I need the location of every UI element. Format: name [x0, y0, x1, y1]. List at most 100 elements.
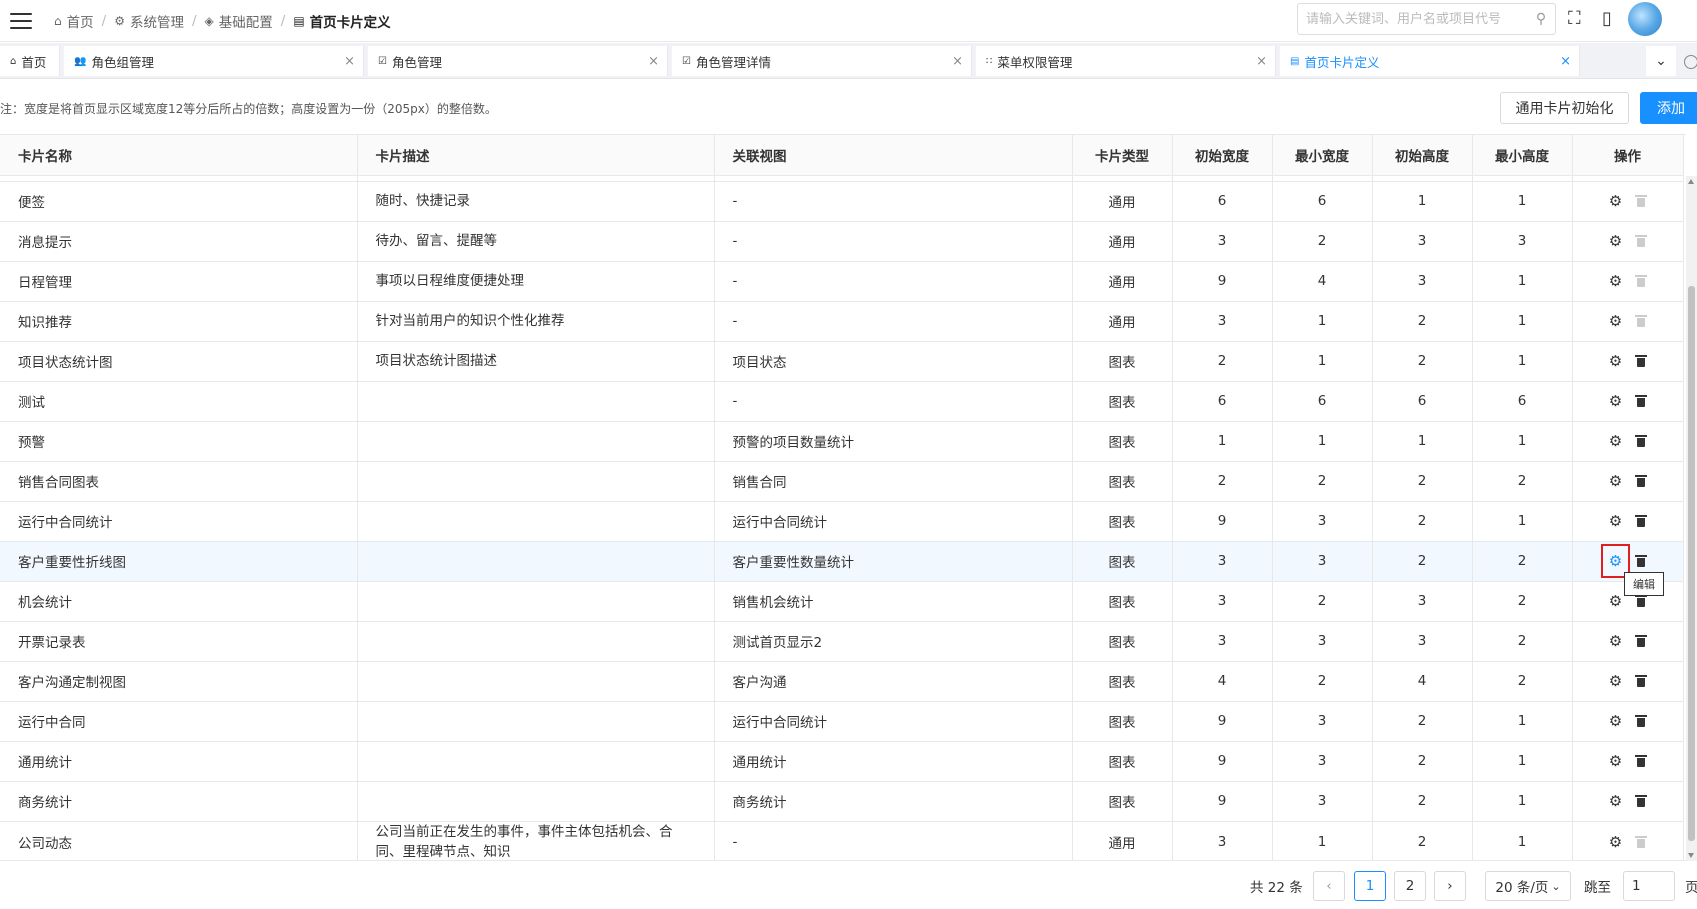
card-name-cell: 知识推荐: [0, 301, 358, 342]
page-1-button[interactable]: 1: [1354, 871, 1386, 901]
menu-toggle-icon[interactable]: [10, 12, 32, 29]
edit-gear-icon[interactable]: ⚙: [1609, 472, 1622, 490]
breadcrumb-home[interactable]: 首页: [67, 11, 94, 31]
edit-gear-icon[interactable]: ⚙: [1609, 752, 1622, 770]
tab-card-definition[interactable]: ▤ 首页卡片定义 ×: [1280, 46, 1580, 76]
top-bar: ⌂ 首页 / ⚙ 系统管理 / ◈ 基础配置 / ▤ 首页卡片定义 ⚲ ⛶ ▯: [0, 0, 1697, 42]
linked-view-cell: 通用统计: [714, 741, 1073, 782]
delete-trash-icon[interactable]: [1635, 475, 1648, 487]
initial-height-cell: 3: [1372, 581, 1473, 622]
edit-gear-icon[interactable]: ⚙: [1609, 352, 1622, 370]
min-height-cell: 1: [1472, 781, 1573, 822]
tab-menu-permission[interactable]: ∷ 菜单权限管理 ×: [976, 46, 1276, 76]
table-row: 预警 预警的项目数量统计 图表 1 1 1 1 ⚙: [0, 421, 1684, 462]
cube-icon: ◈: [204, 13, 214, 28]
close-icon[interactable]: ×: [1256, 54, 1267, 69]
initial-height-cell: 1: [1372, 421, 1473, 462]
edit-gear-icon[interactable]: ⚙: [1609, 833, 1622, 851]
initial-height-cell: 2: [1372, 341, 1473, 382]
delete-trash-icon[interactable]: [1635, 355, 1648, 367]
linked-view-cell: -: [714, 221, 1073, 262]
edit-gear-icon[interactable]: ⚙: [1609, 712, 1622, 730]
page-2-button[interactable]: 2: [1394, 871, 1426, 901]
card-desc-cell: [357, 381, 715, 422]
actions-cell: ⚙: [1572, 781, 1684, 822]
page-size-select[interactable]: 20 条/页 ⌄: [1485, 871, 1571, 901]
column-header: 初始宽度: [1172, 135, 1273, 176]
close-icon[interactable]: ×: [1560, 54, 1571, 69]
tab-home[interactable]: ⌂ 首页: [0, 46, 60, 76]
card-name-cell: 预警: [0, 421, 358, 462]
min-width-cell: 2: [1272, 221, 1373, 262]
actions-cell: ⚙: [1572, 421, 1684, 462]
edit-gear-icon[interactable]: ⚙: [1609, 792, 1622, 810]
min-width-cell: 2: [1272, 581, 1373, 622]
edit-gear-icon[interactable]: ⚙: [1609, 512, 1622, 530]
close-all-icon[interactable]: [1684, 55, 1697, 69]
jump-page-input[interactable]: [1623, 871, 1675, 901]
delete-trash-icon[interactable]: [1635, 675, 1648, 687]
close-icon[interactable]: ×: [344, 54, 355, 69]
edit-gear-icon[interactable]: ⚙: [1609, 432, 1622, 450]
delete-trash-icon[interactable]: [1635, 435, 1648, 447]
initial-height-cell: 2: [1372, 541, 1473, 582]
edit-gear-icon[interactable]: ⚙: [1609, 392, 1622, 410]
card-name-cell: 客户重要性折线图: [0, 541, 358, 582]
delete-trash-icon[interactable]: [1635, 595, 1648, 607]
vertical-scrollbar[interactable]: [1686, 176, 1697, 861]
initial-width-cell: 1: [1172, 421, 1273, 462]
min-height-cell: 1: [1472, 181, 1573, 222]
edit-gear-icon[interactable]: ⚙: [1609, 312, 1622, 330]
mobile-icon[interactable]: ▯: [1602, 8, 1612, 29]
delete-trash-icon[interactable]: [1635, 515, 1648, 527]
breadcrumb-system[interactable]: 系统管理: [130, 11, 184, 31]
search-input[interactable]: [1298, 11, 1527, 27]
edit-gear-icon[interactable]: ⚙: [1609, 272, 1622, 290]
breadcrumb-basic-config[interactable]: 基础配置: [219, 11, 273, 31]
scroll-up-icon[interactable]: [1688, 179, 1694, 184]
search-icon[interactable]: ⚲: [1527, 11, 1555, 27]
edit-gear-icon[interactable]: ⚙: [1609, 232, 1622, 250]
card-desc-cell: 针对当前用户的知识个性化推荐: [357, 301, 715, 342]
linked-view-cell: -: [714, 821, 1073, 860]
card-name-cell: 日程管理: [0, 261, 358, 302]
card-type-cell: 通用: [1072, 301, 1173, 342]
edit-gear-icon[interactable]: ⚙: [1609, 592, 1622, 610]
tab-role-detail[interactable]: ☑ 角色管理详情 ×: [672, 46, 972, 76]
tab-role-manage[interactable]: ☑ 角色管理 ×: [368, 46, 668, 76]
actions-cell: ⚙: [1572, 341, 1684, 382]
edit-gear-icon[interactable]: ⚙: [1609, 192, 1622, 210]
column-header: 操作: [1572, 135, 1684, 176]
initial-width-cell: 3: [1172, 541, 1273, 582]
add-button[interactable]: 添加: [1640, 92, 1697, 124]
fullscreen-icon[interactable]: ⛶: [1568, 8, 1581, 29]
edit-gear-icon[interactable]: ⚙: [1609, 672, 1622, 690]
delete-trash-icon[interactable]: [1635, 755, 1648, 767]
init-cards-button[interactable]: 通用卡片初始化: [1500, 92, 1629, 124]
gear-icon: ⚙: [114, 13, 125, 28]
prev-page-button[interactable]: ‹: [1313, 871, 1345, 901]
delete-trash-icon[interactable]: [1635, 395, 1648, 407]
edit-gear-icon[interactable]: ⚙: [1609, 632, 1622, 650]
next-page-button[interactable]: ›: [1434, 871, 1466, 901]
close-icon[interactable]: ×: [648, 54, 659, 69]
tab-role-group[interactable]: 👥 角色组管理 ×: [64, 46, 364, 76]
avatar[interactable]: [1628, 2, 1662, 36]
delete-trash-icon[interactable]: [1635, 635, 1648, 647]
table-row: 运行中合同 运行中合同统计 图表 9 3 2 1 ⚙: [0, 701, 1684, 742]
close-icon[interactable]: ×: [952, 54, 963, 69]
scroll-down-icon[interactable]: [1688, 853, 1694, 858]
min-width-cell: 1: [1272, 341, 1373, 382]
delete-trash-icon[interactable]: [1635, 795, 1648, 807]
actions-cell: ⚙: [1572, 301, 1684, 342]
scrollbar-thumb[interactable]: [1688, 286, 1695, 841]
min-width-cell: 1: [1272, 301, 1373, 342]
min-width-cell: 3: [1272, 621, 1373, 662]
delete-trash-icon[interactable]: [1635, 555, 1648, 567]
delete-trash-icon[interactable]: [1635, 715, 1648, 727]
actions-cell: ⚙: [1572, 381, 1684, 422]
edit-gear-icon[interactable]: ⚙: [1600, 544, 1631, 578]
chevron-down-icon[interactable]: ⌄: [1646, 46, 1676, 76]
card-type-cell: 通用: [1072, 821, 1173, 860]
card-type-cell: 通用: [1072, 221, 1173, 262]
